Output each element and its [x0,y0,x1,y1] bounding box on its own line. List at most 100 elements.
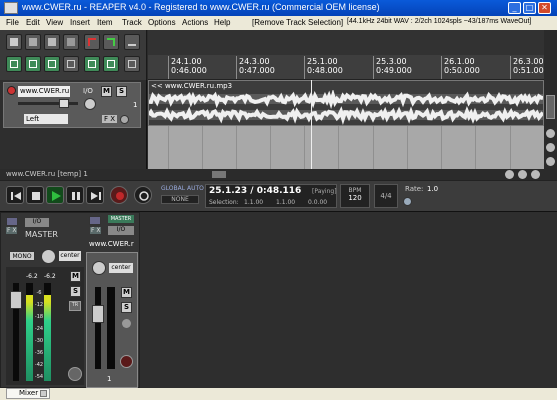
ripple-edit-button[interactable] [25,56,41,72]
new-project-button[interactable] [6,34,22,50]
ruler-label: 24.1.00 0:46.000 [171,57,207,75]
zoom-fit-icon[interactable] [531,170,540,179]
audio-device-status[interactable]: [44.1kHz 24bit WAV : 2/2ch 1024spls ~43/… [347,18,531,25]
vertical-scroll-thumb[interactable] [546,95,555,119]
strip-mute-button[interactable]: M [121,287,132,298]
selection-end[interactable]: 1.1.00 [276,199,295,206]
save-project-button[interactable] [44,34,60,50]
horizontal-scroll-thumb[interactable] [212,171,226,178]
menu-insert[interactable]: Insert [68,17,92,28]
cross-fade-button[interactable] [103,56,119,72]
item-grouping-button[interactable] [44,56,60,72]
global-auto-button[interactable]: GLOBAL AUTO [161,185,204,192]
master-fx-button[interactable]: F X [6,227,18,234]
locking-button[interactable] [124,56,140,72]
close-button[interactable]: ✕ [538,2,551,14]
media-item-title: << www.CWER.ru.mp3 [151,82,233,90]
record-button[interactable] [110,186,128,204]
mixer-empty-area [140,212,557,388]
zoom-in-vertical-icon[interactable] [546,143,555,152]
horizontal-scrollbar[interactable] [148,169,544,180]
master-solo-button[interactable]: S [70,286,81,297]
strip-io-button[interactable]: I/O [108,226,134,235]
timeline-ruler[interactable]: 24.1.00 0:46.000 24.3.00 0:47.000 25.1.00 0… [148,55,549,80]
tab-close-icon[interactable] [40,390,47,397]
waveform [149,90,543,125]
master-power-icon[interactable] [6,217,18,226]
play-button[interactable] [46,186,64,204]
track-solo-button[interactable]: S [116,86,127,97]
rate-knob[interactable] [403,197,412,206]
volume-slider-handle[interactable] [59,99,69,108]
menu-actions[interactable]: Actions [180,17,210,28]
metronome-button[interactable] [124,34,140,50]
strip-solo-button[interactable]: S [121,302,132,313]
master-mute-button[interactable]: M [70,271,81,282]
strip-master-send[interactable]: MASTER [108,215,134,223]
track-header[interactable]: www.CWER.ru I/O M S Left F X 1 [3,82,141,128]
master-pan-knob[interactable] [41,249,56,264]
stop-button[interactable] [26,186,44,204]
volume-slider[interactable] [18,102,78,105]
strip-fader-handle[interactable] [92,305,104,323]
menu-item[interactable]: Item [95,17,115,28]
peak-left: -6.2 [26,273,38,280]
tempo-display[interactable]: BPM 120 [340,184,370,208]
open-project-button[interactable] [25,34,41,50]
minimize-button[interactable]: _ [508,2,521,14]
undo-button[interactable] [84,34,100,50]
track-io-button[interactable]: I/O [83,87,93,95]
track-mute-button[interactable]: M [101,86,112,97]
mono-button[interactable]: MONO [9,251,35,261]
zoom-out-horizontal-icon[interactable] [505,170,514,179]
track-fx-button[interactable]: F X [102,115,118,123]
track-power-icon[interactable] [89,216,101,225]
strip-record-arm-button[interactable] [120,355,133,368]
master-io-button[interactable]: I/O [25,218,49,227]
automation-mode-select[interactable]: NONE [161,195,199,204]
vertical-scrollbar[interactable] [544,55,557,180]
record-arm-button[interactable] [7,86,16,95]
track-name-field[interactable]: www.CWER.ru [18,86,70,97]
envelope-lock-button[interactable] [63,56,79,72]
pan-knob[interactable] [84,98,96,110]
strip-pan-knob[interactable] [92,261,106,275]
strip-phase-button[interactable] [122,319,131,328]
project-settings-button[interactable] [63,34,79,50]
snap-button[interactable] [84,56,100,72]
remove-track-selection-action[interactable]: [Remove Track Selection] [252,18,343,27]
pause-button[interactable] [66,186,84,204]
zoom-out-vertical-icon[interactable] [546,129,555,138]
maximize-button[interactable]: □ [523,2,536,14]
zoom-reset-icon[interactable] [546,157,555,166]
menu-track[interactable]: Track [120,17,144,28]
go-to-end-button[interactable] [86,186,104,204]
time-display[interactable]: 25.1.23 / 0:48.116 [Paying] Selection: 1… [205,184,337,208]
strip-fader-track[interactable] [95,287,101,369]
ruler-label: 25.1.00 0:48.000 [307,57,343,75]
master-fader-handle[interactable] [10,291,22,309]
grid-toggle-button[interactable] [6,56,22,72]
rate-value[interactable]: 1.0 [427,185,438,193]
go-to-start-button[interactable] [6,186,24,204]
menu-help[interactable]: Help [212,17,232,28]
phase-button[interactable] [120,115,129,124]
menu-options[interactable]: Options [146,17,178,28]
selection-length[interactable]: 0.0.00 [308,199,327,206]
arrange-view[interactable]: << www.CWER.ru.mp3 [148,80,544,169]
strip-fx-button[interactable]: F X [90,227,102,234]
zoom-in-horizontal-icon[interactable] [518,170,527,179]
master-envelope-icon[interactable] [68,367,82,381]
menu-file[interactable]: File [4,17,21,28]
time-signature[interactable]: 4/4 [374,184,398,208]
master-route-button[interactable]: TR [69,301,81,311]
menu-bar: File Edit View Insert Item Track Options… [0,16,557,30]
redo-button[interactable] [103,34,119,50]
strip-track-name[interactable]: www.CWER.r [89,240,139,248]
channel-select[interactable]: Left [24,114,68,124]
selection-start[interactable]: 1.1.00 [244,199,263,206]
menu-view[interactable]: View [44,17,65,28]
media-item[interactable]: << www.CWER.ru.mp3 [148,80,544,126]
menu-edit[interactable]: Edit [24,17,42,28]
repeat-button[interactable] [134,186,152,204]
